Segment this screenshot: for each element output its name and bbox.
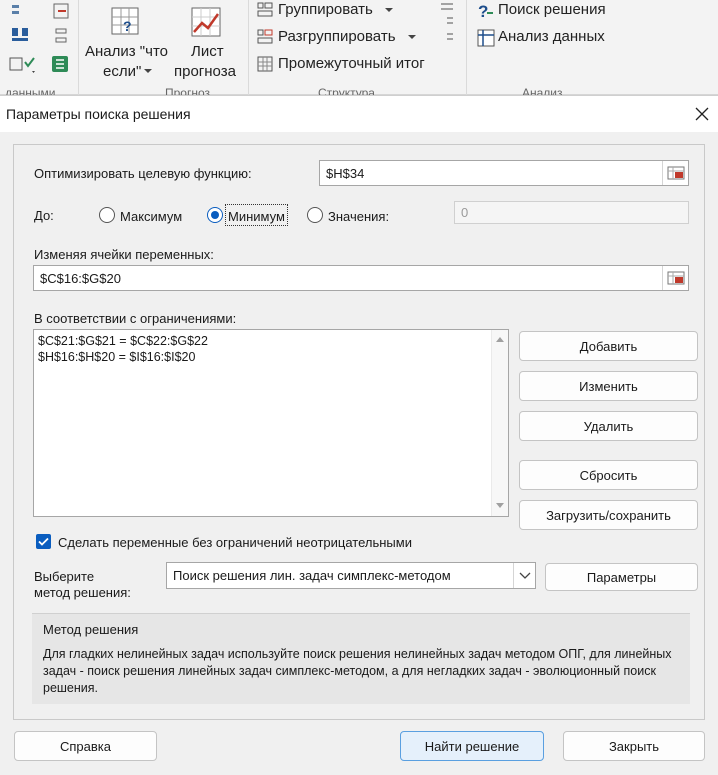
reset-label: Сбросить (579, 467, 638, 483)
data-analysis-button[interactable]: Анализ данных (498, 28, 605, 45)
forecast-sheet-icon[interactable] (188, 4, 226, 40)
solver-button[interactable]: Поиск решения (498, 1, 606, 18)
what-if-analysis-icon[interactable]: ? (108, 4, 146, 40)
method-label-1: Выберите (34, 569, 95, 584)
subtotal-icon[interactable] (256, 55, 274, 73)
data-validation-icon[interactable] (8, 54, 38, 76)
delete-label: Удалить (583, 418, 634, 434)
method-label-2: метод решения: (34, 585, 131, 600)
method-group-title: Метод решения (43, 622, 139, 637)
objective-value: $H$34 (326, 166, 365, 181)
check-icon (38, 537, 49, 546)
data-analysis-icon[interactable] (476, 28, 496, 48)
range-select-icon (667, 271, 684, 285)
group-icon[interactable] (256, 1, 274, 19)
subtotal-button[interactable]: Промежуточный итог (278, 55, 425, 72)
constraints-list[interactable]: $C$21:$G$21 = $C$22:$G$22 $H$16:$H$20 = … (33, 329, 509, 517)
text-to-columns-icon[interactable] (10, 2, 34, 22)
radio-min-label[interactable]: Минимум (228, 209, 285, 224)
constraint-item[interactable]: $C$21:$G$21 = $C$22:$G$22 (38, 334, 208, 348)
close-dialog-button[interactable]: Закрыть (563, 731, 705, 761)
group-button[interactable]: Группировать (278, 1, 373, 18)
value-of-input[interactable]: 0 (454, 201, 689, 224)
radio-min[interactable] (207, 207, 223, 223)
flash-fill-icon[interactable] (50, 2, 74, 22)
forecast-label-2[interactable]: прогноза (174, 63, 236, 80)
nonneg-checkbox[interactable] (36, 534, 51, 549)
data-model-icon[interactable] (48, 52, 72, 76)
solver-icon[interactable]: ? (476, 1, 496, 21)
objective-label: Оптимизировать целевую функцию: (34, 166, 252, 181)
change-label: Изменить (579, 378, 638, 394)
options-label: Параметры (586, 569, 657, 585)
chevron-down-icon (385, 8, 393, 12)
radio-value[interactable] (307, 207, 323, 223)
svg-text:?: ? (478, 2, 488, 21)
variables-value: $C$16:$G$20 (40, 271, 121, 286)
scroll-down-icon[interactable] (495, 502, 505, 510)
dialog-titlebar: Параметры поиска решения (0, 96, 718, 132)
load-save-label: Загрузить/сохранить (546, 507, 671, 523)
objective-input[interactable]: $H$34 (319, 160, 689, 186)
remove-duplicates-icon[interactable] (10, 26, 34, 48)
consolidate-icon[interactable] (50, 26, 74, 48)
what-if-label-2[interactable]: если" (103, 63, 141, 80)
nonneg-label[interactable]: Сделать переменные без ограничений неотр… (58, 535, 412, 550)
options-button[interactable]: Параметры (545, 563, 698, 591)
close-label: Закрыть (608, 738, 660, 754)
solving-method-select[interactable]: Поиск решения лин. задач симплекс-методо… (166, 562, 536, 589)
radio-max-label[interactable]: Максимум (120, 209, 182, 224)
constraints-scrollbar[interactable] (491, 330, 508, 516)
dialog-title: Параметры поиска решения (6, 106, 191, 122)
ungroup-icon[interactable] (256, 28, 274, 46)
scroll-up-icon[interactable] (495, 335, 505, 343)
radio-max[interactable] (99, 207, 115, 223)
to-label: До: (34, 208, 54, 223)
constraints-label: В соответствии с ограничениями: (34, 311, 237, 326)
forecast-label-1[interactable]: Лист (191, 43, 224, 60)
solve-label: Найти решение (424, 738, 520, 754)
ribbon: данными ? Анализ "что если" Лист прогноз… (0, 0, 718, 100)
radio-value-label[interactable]: Значения: (328, 209, 389, 224)
chevron-down-icon (519, 572, 530, 579)
help-label: Справка (60, 738, 111, 754)
chevron-down-icon (144, 69, 152, 73)
solve-button[interactable]: Найти решение (400, 731, 544, 761)
objective-range-button[interactable] (662, 161, 688, 185)
method-description-group: Метод решения Для гладких нелинейных зад… (32, 613, 690, 704)
ungroup-button[interactable]: Разгруппировать (278, 28, 396, 45)
reset-all-button[interactable]: Сбросить (519, 460, 698, 490)
method-description: Для гладких нелинейных задач используйте… (43, 647, 672, 695)
range-select-icon (667, 166, 684, 180)
solver-panel: Оптимизировать целевую функцию: $H$34 До… (13, 144, 705, 720)
constraint-item[interactable]: $H$16:$H$20 = $I$16:$I$20 (38, 350, 195, 364)
chevron-down-icon (408, 35, 416, 39)
delete-constraint-button[interactable]: Удалить (519, 411, 698, 441)
value-of-text: 0 (461, 205, 469, 220)
load-save-button[interactable]: Загрузить/сохранить (519, 500, 698, 530)
outline-settings-icon[interactable] (438, 0, 456, 44)
close-icon (695, 107, 709, 121)
add-label: Добавить (579, 338, 638, 354)
select-arrow[interactable] (513, 563, 535, 588)
variables-label: Изменяя ячейки переменных: (34, 247, 214, 262)
variables-range-button[interactable] (662, 266, 688, 290)
variables-input[interactable]: $C$16:$G$20 (33, 265, 689, 291)
svg-text:?: ? (123, 18, 132, 34)
solving-method-value: Поиск решения лин. задач симплекс-методо… (173, 568, 451, 583)
what-if-label-1[interactable]: Анализ "что (85, 43, 168, 60)
solver-parameters-dialog: Параметры поиска решения Оптимизировать … (0, 95, 718, 775)
add-constraint-button[interactable]: Добавить (519, 331, 698, 361)
close-button[interactable] (690, 102, 714, 126)
help-button[interactable]: Справка (14, 731, 157, 761)
change-constraint-button[interactable]: Изменить (519, 371, 698, 401)
